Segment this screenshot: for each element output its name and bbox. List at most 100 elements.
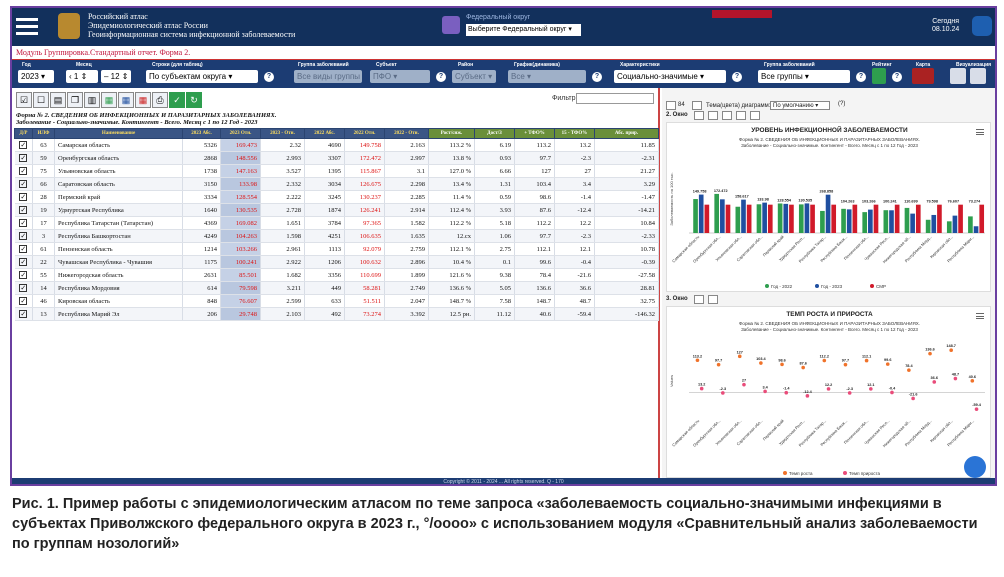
table-icon[interactable] bbox=[708, 111, 718, 120]
hamburger-menu-icon[interactable] bbox=[16, 18, 38, 36]
uncheck-icon[interactable]: ☐ bbox=[33, 92, 49, 108]
confirm-icon[interactable]: ✓ bbox=[169, 92, 185, 108]
table-row[interactable]: ✓ 61 Пензенская область 1214 103.266 2.961 111… bbox=[14, 242, 659, 256]
row-checkbox[interactable]: ✓ bbox=[14, 307, 33, 321]
month-from-input[interactable]: ‹ 1 ⇕ bbox=[66, 70, 98, 83]
help-icon[interactable]: ? bbox=[264, 72, 274, 82]
column-header[interactable]: Абс. прир. bbox=[594, 128, 659, 139]
check-icon[interactable]: ✓ bbox=[19, 154, 28, 162]
table-row[interactable]: ✓ 28 Пермский край 3334 128.554 2.222 3245 130.… bbox=[14, 190, 659, 204]
row-checkbox[interactable]: ✓ bbox=[14, 242, 33, 256]
table-row[interactable]: ✓ 13 Республика Марий Эл 206 29.748 2.103 492 7… bbox=[14, 307, 659, 321]
graph-select[interactable]: Все ▾ bbox=[508, 70, 586, 83]
map-button[interactable] bbox=[912, 68, 934, 84]
table-row[interactable]: ✓ 3 Республика Башкортостан 4249 104.263 1.59… bbox=[14, 229, 659, 243]
slot-checkbox[interactable] bbox=[666, 101, 676, 110]
row-checkbox[interactable]: ✓ bbox=[14, 281, 33, 295]
chart-menu-icon[interactable] bbox=[976, 129, 984, 135]
support-chat-icon[interactable] bbox=[964, 456, 986, 478]
column-header[interactable]: Наименование bbox=[54, 128, 183, 139]
table-row[interactable]: ✓ 17 Республика Татарстан (Татарстан) 4369 1… bbox=[14, 216, 659, 230]
chart-menu-icon[interactable] bbox=[976, 313, 984, 319]
check-icon[interactable]: ✓ bbox=[19, 284, 28, 292]
character-select[interactable]: Социально-значимые ▾ bbox=[614, 70, 726, 83]
table-row[interactable]: ✓ 46 Кировская область 848 76.607 2.599 633 51.… bbox=[14, 294, 659, 308]
row-checkbox[interactable]: ✓ bbox=[14, 164, 33, 178]
bar-chart-icon[interactable] bbox=[694, 111, 704, 120]
filter-input[interactable] bbox=[576, 93, 654, 104]
refresh-icon[interactable]: ↻ bbox=[186, 92, 202, 108]
row-checkbox[interactable]: ✓ bbox=[14, 177, 33, 191]
column-header[interactable]: ИЛФ bbox=[32, 128, 55, 139]
exit-button[interactable] bbox=[972, 16, 992, 36]
diagram-theme-select[interactable]: По умолчанию ▾ bbox=[770, 101, 830, 110]
column-header[interactable]: 2022 Отн. bbox=[344, 128, 385, 139]
bar-chart-icon[interactable] bbox=[694, 295, 704, 304]
table-row[interactable]: ✓ 66 Саратовская область 3150 133.98 2.332 303… bbox=[14, 177, 659, 191]
table-row[interactable]: ✓ 22 Чувашская Республика - Чувашия 1175 100… bbox=[14, 255, 659, 269]
check-icon[interactable]: ✓ bbox=[19, 258, 28, 266]
rating-toggle-icon[interactable] bbox=[872, 68, 886, 84]
column-header[interactable]: Рост/снж. bbox=[428, 128, 475, 139]
trend-icon[interactable] bbox=[750, 111, 760, 120]
help-icon[interactable]: ? bbox=[436, 72, 446, 82]
flag-icon[interactable] bbox=[736, 111, 746, 120]
table-row[interactable]: ✓ 14 Республика Мордовия 614 79.598 3.211 449 5… bbox=[14, 281, 659, 295]
excel-icon[interactable]: ▦ bbox=[101, 92, 117, 108]
table-row[interactable]: ✓ 63 Самарская область 5326 169.473 2.32 4690 1… bbox=[14, 138, 659, 152]
rows-select[interactable]: По субъектам округа ▾ bbox=[146, 70, 258, 83]
image-icon[interactable] bbox=[970, 68, 986, 84]
group-select[interactable]: Все группы ▾ bbox=[758, 70, 850, 83]
table-row[interactable]: ✓ 55 Нижегородская область 2631 85.501 1.682 3… bbox=[14, 268, 659, 282]
column-header[interactable]: Дост/З bbox=[474, 128, 515, 139]
bar-chart-icon[interactable] bbox=[950, 68, 966, 84]
check-icon[interactable]: ✓ bbox=[19, 193, 28, 201]
line-chart-icon[interactable] bbox=[722, 111, 732, 120]
word-icon[interactable]: ▦ bbox=[118, 92, 134, 108]
row-checkbox[interactable]: ✓ bbox=[14, 190, 33, 204]
check-icon[interactable]: ✓ bbox=[19, 245, 28, 253]
row-checkbox[interactable]: ✓ bbox=[14, 255, 33, 269]
row-checkbox[interactable]: ✓ bbox=[14, 294, 33, 308]
column-header[interactable]: + ТФО% bbox=[514, 128, 555, 139]
check-icon[interactable]: ✓ bbox=[19, 310, 28, 318]
help-icon[interactable]: ? bbox=[592, 72, 602, 82]
month-to-input[interactable]: – 12 ⇕ bbox=[101, 70, 131, 83]
row-checkbox[interactable]: ✓ bbox=[14, 203, 33, 217]
year-select[interactable]: 2023 ▾ bbox=[18, 70, 54, 83]
subject-select[interactable]: ПФО ▾ bbox=[370, 70, 430, 83]
document-icon[interactable]: ▥ bbox=[84, 92, 100, 108]
disease-group-select[interactable]: Все виды группы ▾ bbox=[294, 70, 362, 83]
column-header[interactable]: 2022 - Отн. bbox=[384, 128, 429, 139]
table-row[interactable]: ✓ 19 Удмуртская Республика 1640 130.535 2.728… bbox=[14, 203, 659, 217]
help-icon[interactable]: ? bbox=[732, 72, 742, 82]
table-row[interactable]: ✓ 75 Ульяновская область 1738 147.163 3.527 13… bbox=[14, 164, 659, 178]
help-icon[interactable]: (?) bbox=[838, 101, 845, 107]
check-icon[interactable]: ✓ bbox=[19, 297, 28, 305]
district-select[interactable]: Субъект ▾ bbox=[452, 70, 496, 83]
row-checkbox[interactable]: ✓ bbox=[14, 151, 33, 165]
row-checkbox[interactable]: ✓ bbox=[14, 138, 33, 152]
clipboard-icon[interactable]: ▤ bbox=[50, 92, 66, 108]
help-icon[interactable]: ? bbox=[856, 72, 866, 82]
check-icon[interactable]: ✓ bbox=[19, 180, 28, 188]
row-checkbox[interactable]: ✓ bbox=[14, 229, 33, 243]
print-icon[interactable]: ⎙ bbox=[152, 92, 168, 108]
column-header[interactable]: 15 - ТФО% bbox=[554, 128, 595, 139]
federal-district-select[interactable]: Выберите Федеральный округ ▾ bbox=[466, 24, 581, 36]
row-checkbox[interactable]: ✓ bbox=[14, 216, 33, 230]
column-header[interactable]: 2023 Отн. bbox=[220, 128, 261, 139]
check-all-icon[interactable]: ☑ bbox=[16, 92, 32, 108]
check-icon[interactable]: ✓ bbox=[19, 141, 28, 149]
column-header[interactable]: 2023 - Отн. bbox=[260, 128, 305, 139]
nav-box[interactable] bbox=[692, 101, 702, 110]
column-header[interactable]: 2023 Абс. bbox=[182, 128, 221, 139]
help-icon[interactable]: ? bbox=[892, 72, 902, 82]
trend-icon[interactable] bbox=[708, 295, 718, 304]
check-icon[interactable]: ✓ bbox=[19, 206, 28, 214]
check-icon[interactable]: ✓ bbox=[19, 271, 28, 279]
column-header[interactable]: Д/Р bbox=[14, 128, 33, 139]
check-icon[interactable]: ✓ bbox=[19, 219, 28, 227]
copy-icon[interactable]: ❐ bbox=[67, 92, 83, 108]
check-icon[interactable]: ✓ bbox=[19, 167, 28, 175]
